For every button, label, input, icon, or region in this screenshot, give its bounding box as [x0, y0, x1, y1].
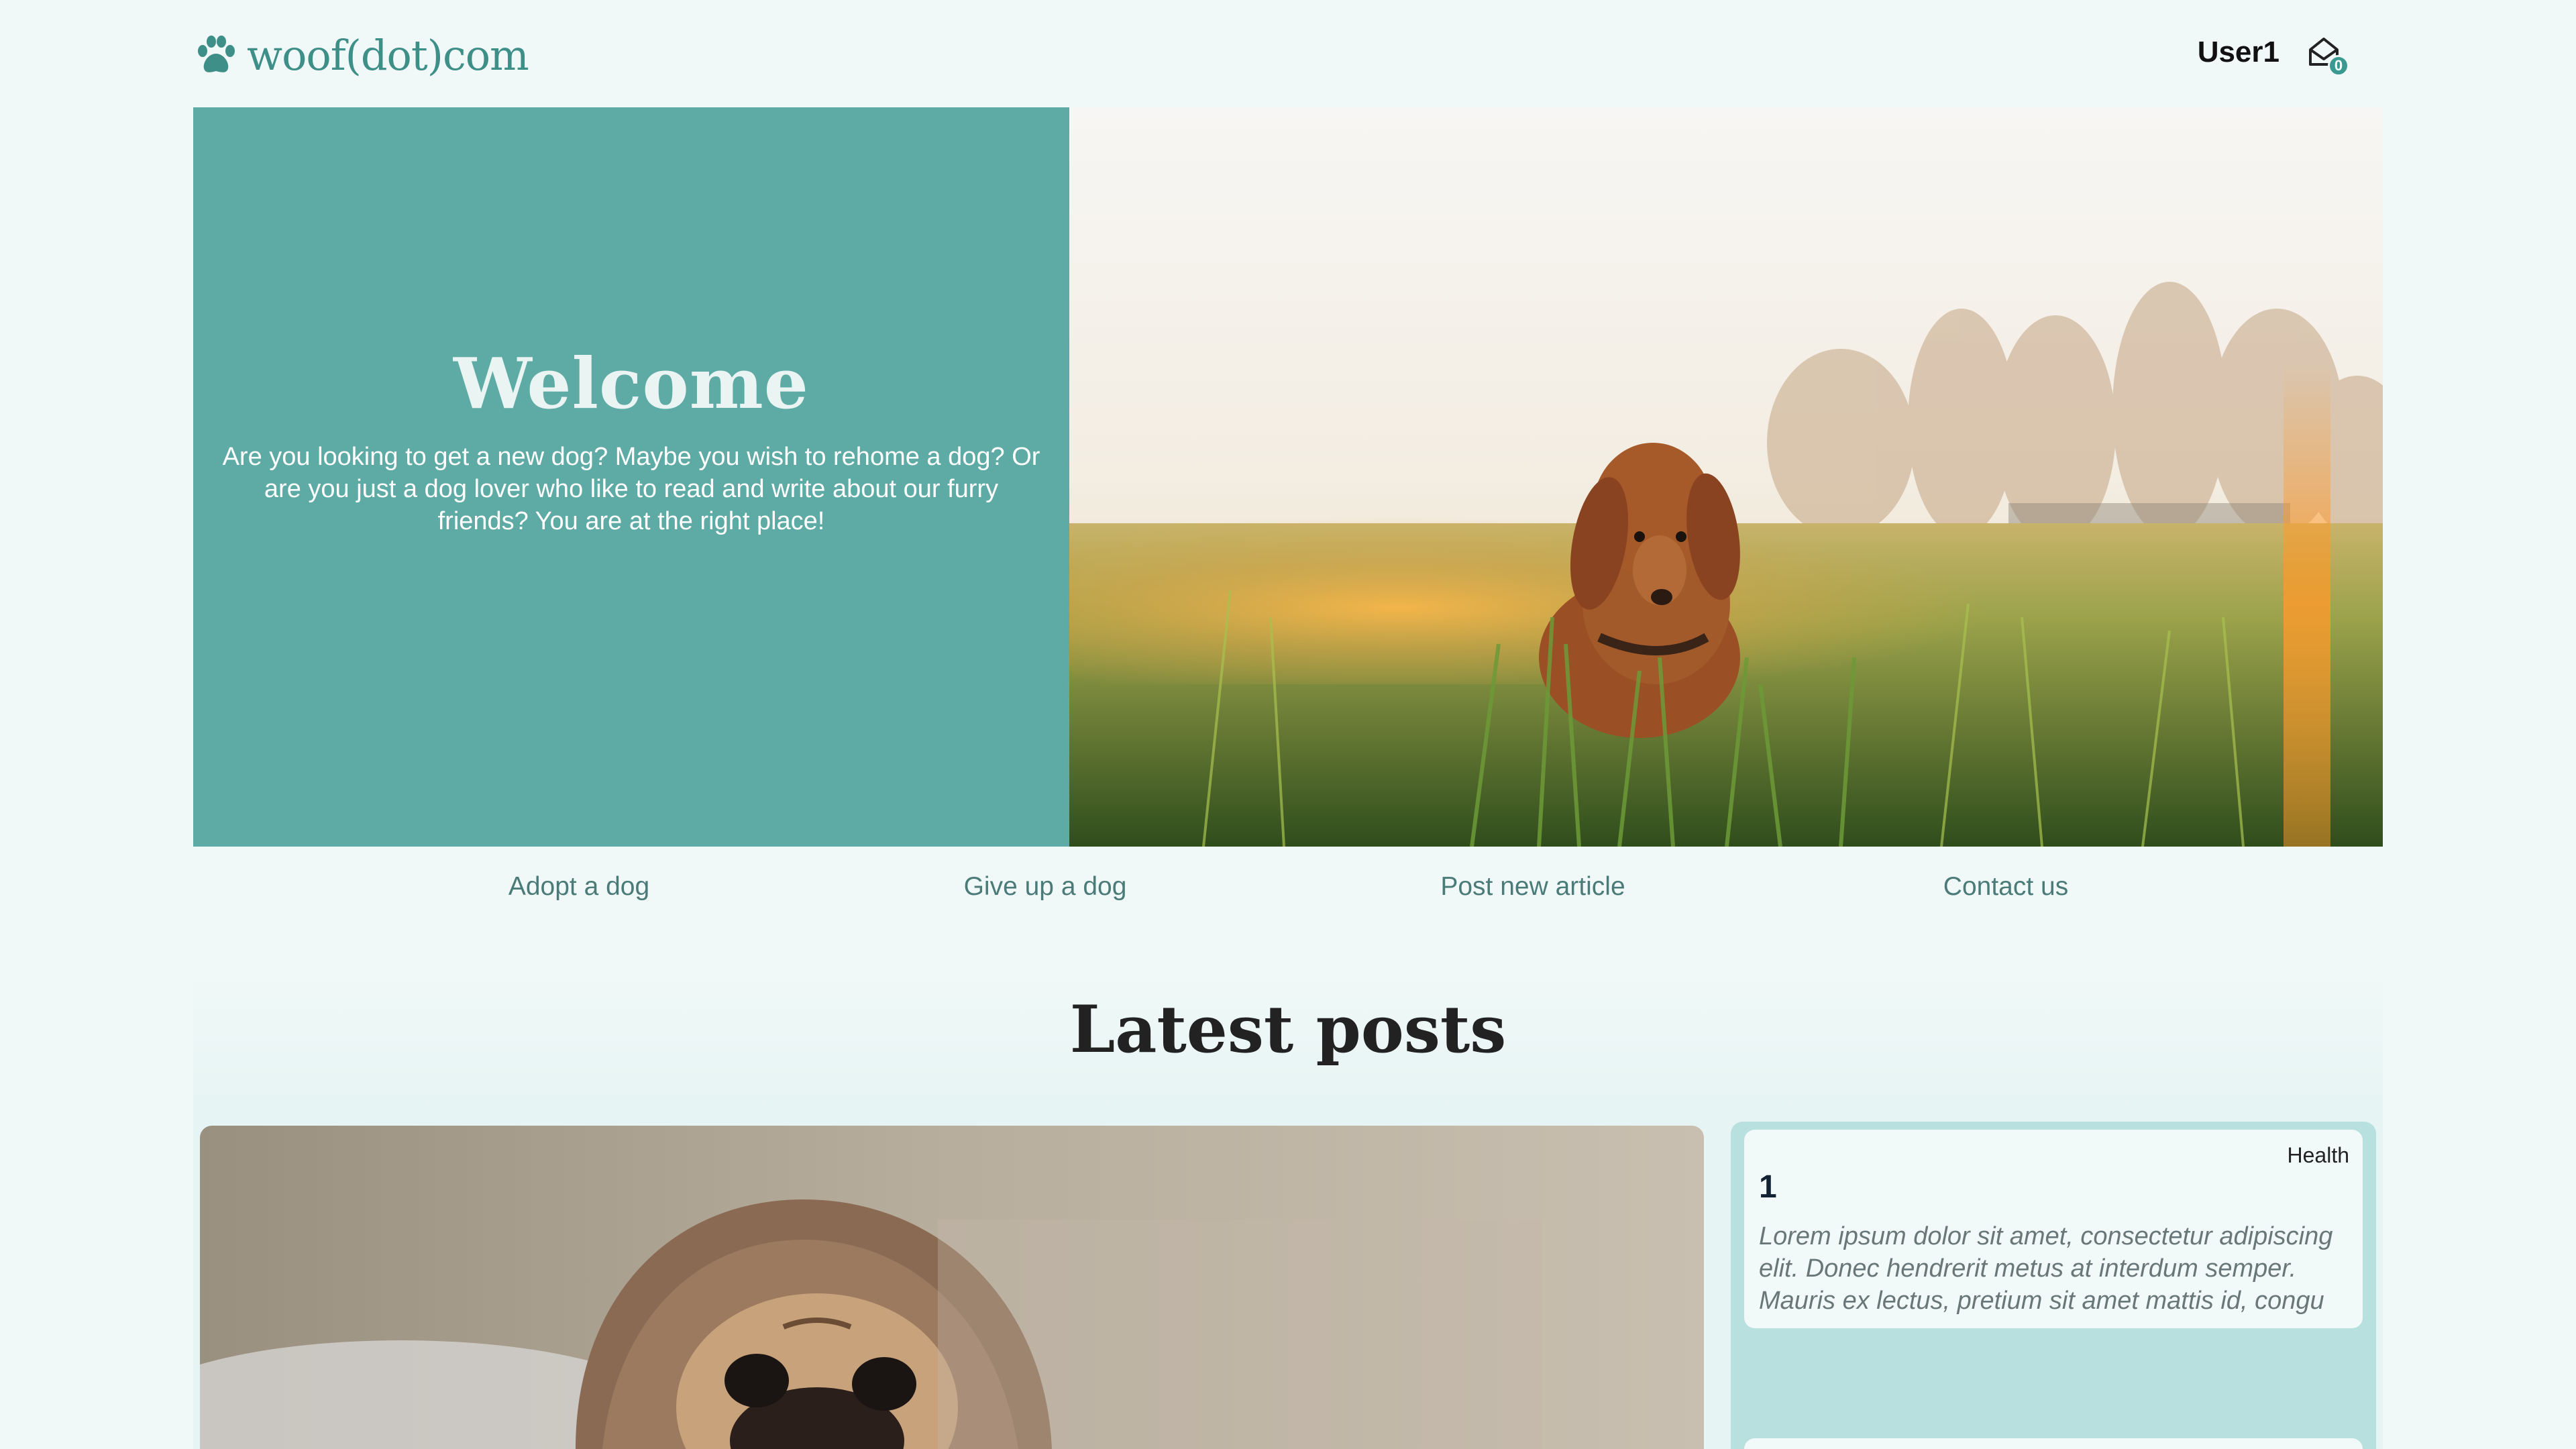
latest-posts-section: Latest posts Health 1 Lorem ipsum dolor … [193, 966, 2383, 1449]
nav-contact-us[interactable]: Contact us [1943, 872, 2068, 902]
paw-icon [198, 35, 235, 72]
nav-post-new-article[interactable]: Post new article [1440, 872, 1625, 902]
user-area: User1 0 [2198, 34, 2349, 76]
site-header: woof(dot)com User1 0 [193, 20, 2383, 87]
post-list-column: Health 1 Lorem ipsum dolor sit amet, con… [1731, 1122, 2376, 1449]
main-nav: Adopt a dog Give up a dog Post new artic… [193, 847, 2383, 934]
hero-dog-photo [1069, 107, 2383, 847]
mail-count-badge: 0 [2328, 55, 2349, 76]
mail-button[interactable]: 0 [2305, 34, 2349, 76]
post-excerpt: Lorem ipsum dolor sit amet, consectetur … [1759, 1222, 2333, 1315]
post-title[interactable]: 1 [1759, 1169, 2348, 1205]
hero-title: Welcome [453, 341, 809, 425]
pug-in-blanket-image [200, 1126, 1704, 1449]
post-card[interactable]: Health 1 Lorem ipsum dolor sit amet, con… [1744, 1130, 2363, 1328]
welcome-panel: Welcome Are you looking to get a new dog… [193, 107, 1069, 847]
hero-banner: Welcome Are you looking to get a new dog… [193, 107, 2383, 847]
post-card[interactable] [1744, 1438, 2363, 1449]
site-logo[interactable]: woof(dot)com [193, 31, 529, 80]
user-name[interactable]: User1 [2198, 36, 2279, 69]
nav-give-up-a-dog[interactable]: Give up a dog [964, 872, 1127, 902]
latest-posts-title: Latest posts [1069, 991, 1507, 1067]
dachshund-in-grass-image [1069, 107, 2383, 847]
featured-post-image[interactable] [200, 1126, 1704, 1449]
nav-adopt-a-dog[interactable]: Adopt a dog [508, 872, 649, 902]
logo-text: woof(dot)com [247, 31, 529, 80]
hero-text: Are you looking to get a new dog? Maybe … [222, 442, 1040, 535]
post-tag[interactable]: Health [2288, 1143, 2350, 1168]
